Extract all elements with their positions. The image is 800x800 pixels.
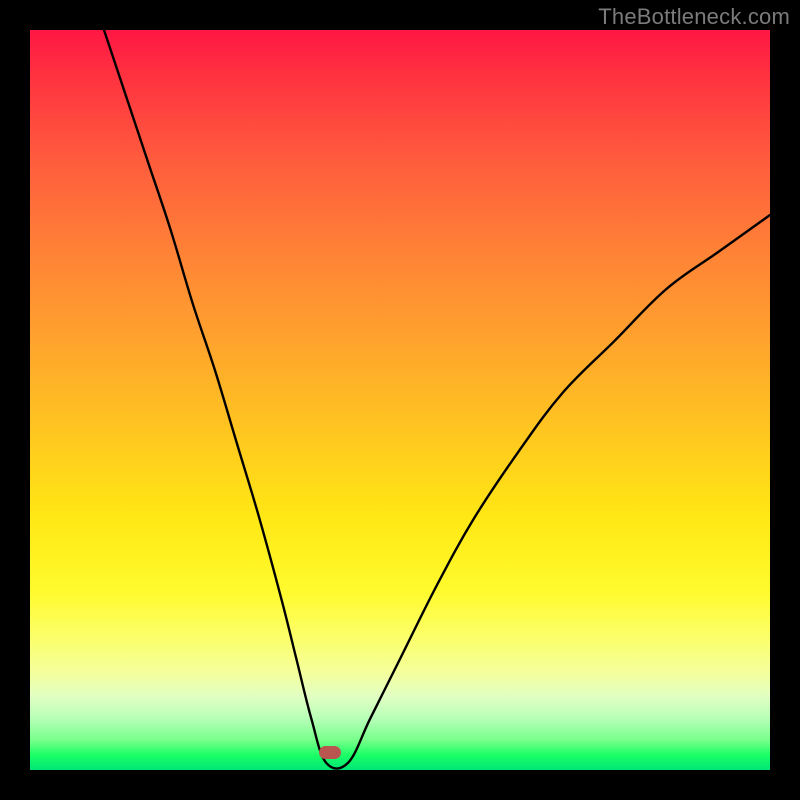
bottleneck-curve	[30, 30, 770, 770]
optimal-marker	[319, 746, 341, 759]
plot-area	[30, 30, 770, 770]
watermark-text: TheBottleneck.com	[598, 4, 790, 30]
chart-frame: TheBottleneck.com	[0, 0, 800, 800]
curve-path	[104, 30, 770, 769]
